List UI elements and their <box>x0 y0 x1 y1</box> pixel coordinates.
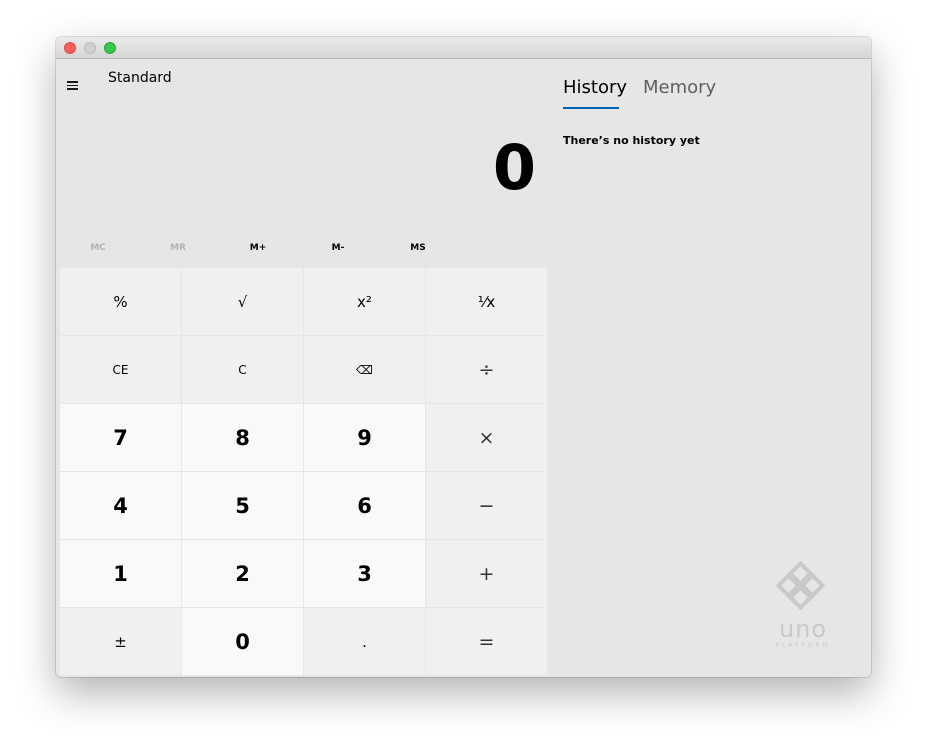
window-maximize-button[interactable] <box>104 42 116 54</box>
key-reciprocal[interactable]: ⅟x <box>426 268 547 335</box>
memory-button-mminus[interactable]: M- <box>298 240 378 256</box>
key-divide[interactable]: ÷ <box>426 336 547 403</box>
tab-memory[interactable]: Memory <box>643 77 716 98</box>
key-clear-entry[interactable]: CE <box>60 336 181 403</box>
memory-button-mplus[interactable]: M+ <box>218 240 298 256</box>
key-clear[interactable]: C <box>182 336 303 403</box>
hamburger-icon[interactable] <box>67 81 79 90</box>
calculator-window: Standard 0 MC MR M+ M- MS % √ x² ⅟x CE C ⌫ ÷ 7 8 9 × 4 5 6… <box>56 37 871 677</box>
window-close-button[interactable] <box>64 42 76 54</box>
key-decimal[interactable]: . <box>304 608 425 675</box>
key-digit-5[interactable]: 5 <box>182 472 303 539</box>
key-add[interactable]: + <box>426 540 547 607</box>
key-subtract[interactable]: − <box>426 472 547 539</box>
title-bar[interactable] <box>56 37 871 59</box>
key-digit-6[interactable]: 6 <box>304 472 425 539</box>
active-tab-indicator <box>563 107 619 109</box>
key-backspace[interactable]: ⌫ <box>304 336 425 403</box>
key-equals[interactable]: = <box>426 608 547 675</box>
key-digit-2[interactable]: 2 <box>182 540 303 607</box>
key-percent[interactable]: % <box>60 268 181 335</box>
memory-button-mc[interactable]: MC <box>58 240 138 256</box>
result-display: 0 <box>492 131 536 204</box>
key-negate[interactable]: ± <box>60 608 181 675</box>
key-digit-7[interactable]: 7 <box>60 404 181 471</box>
key-digit-4[interactable]: 4 <box>60 472 181 539</box>
keypad: % √ x² ⅟x CE C ⌫ ÷ 7 8 9 × 4 5 6− 1 2 3 + ±0. = <box>60 268 548 676</box>
key-digit-0[interactable]: 0 <box>182 608 303 675</box>
history-empty-message: There’s no history yet <box>563 134 700 147</box>
key-square-root[interactable]: √ <box>182 268 303 335</box>
memory-button-ms[interactable]: MS <box>378 240 458 256</box>
key-digit-8[interactable]: 8 <box>182 404 303 471</box>
tab-history[interactable]: History <box>563 77 627 98</box>
mode-title: Standard <box>108 70 172 86</box>
window-minimize-button[interactable] <box>84 42 96 54</box>
key-multiply[interactable]: × <box>426 404 547 471</box>
memory-button-mr[interactable]: MR <box>138 240 218 256</box>
key-square[interactable]: x² <box>304 268 425 335</box>
key-digit-9[interactable]: 9 <box>304 404 425 471</box>
key-digit-3[interactable]: 3 <box>304 540 425 607</box>
uno-logo-subtitle: PLATFORM <box>775 641 831 649</box>
uno-logo-word: uno <box>778 615 828 643</box>
key-digit-1[interactable]: 1 <box>60 540 181 607</box>
